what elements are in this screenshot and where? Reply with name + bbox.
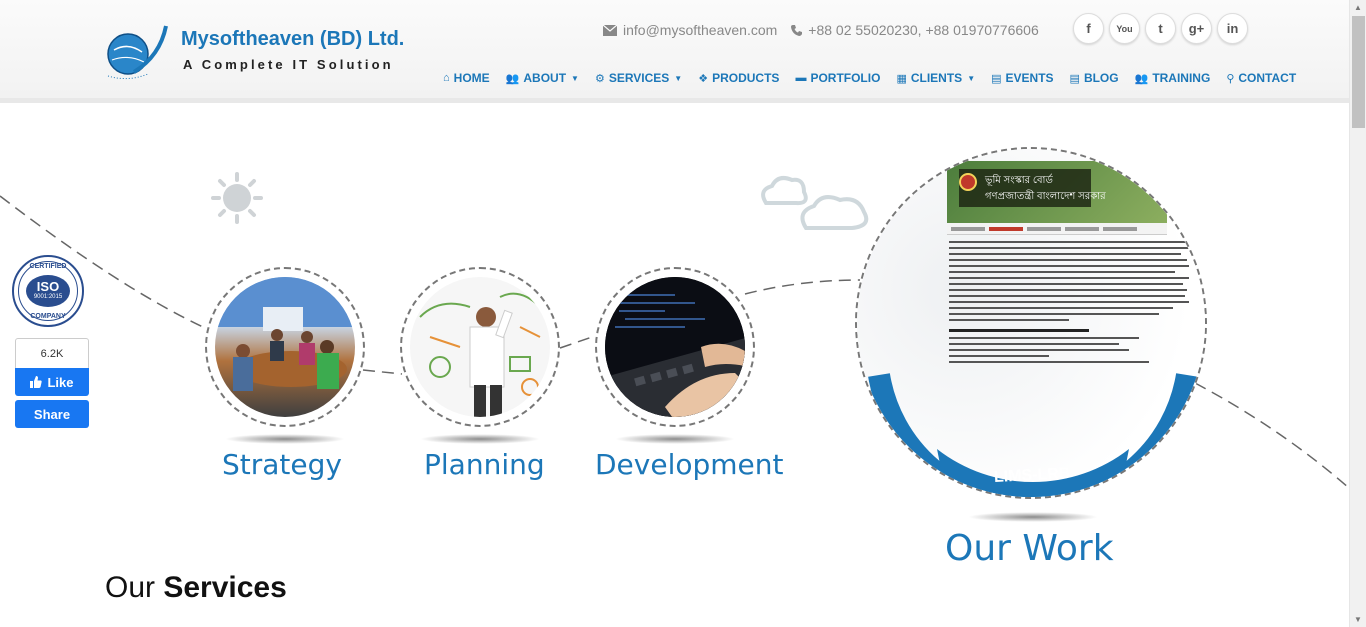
contact-info: info@mysoftheaven.com +88 02 55020230, +… [603,22,1039,38]
our-work-title[interactable]: Our Work [945,528,1114,569]
main-nav: ⌂ HOME 👥 ABOUT ▼ ⚙ SERVICES ▼ ❖ PRODUCTS ▬ PORT… [443,71,1296,85]
grid-icon: ▦ [896,72,907,85]
company-tagline: A Complete IT Solution [183,57,394,72]
nav-home-label: HOME [453,71,490,85]
iso-bottom-text: COMPANY [30,313,66,320]
facebook-like-count: 6.2K [15,338,89,370]
chevron-down-icon: ▼ [571,73,579,83]
users-icon: 👥 [1134,72,1149,85]
stage-strategy: Strategy [222,448,342,481]
services-heading: Our Services [105,571,287,605]
scroll-down-arrow-icon[interactable]: ▼ [1354,615,1362,624]
development-image [595,267,755,427]
nav-home[interactable]: ⌂ HOME [443,71,490,85]
planning-image [400,267,560,427]
chevron-down-icon: ▼ [967,73,976,83]
cubes-icon: ❖ [698,72,709,85]
nav-blog[interactable]: ▤ BLOG [1070,71,1119,85]
iso-top-text: CERTIFIED [29,263,67,270]
dashed-path-line [1194,382,1349,489]
company-name: Mysoftheaven (BD) Ltd. [181,28,405,50]
nav-portfolio[interactable]: ▬ PORTFOLIO [795,71,880,85]
work-arc-band [868,373,1198,497]
nav-training-label: TRAINING [1152,71,1211,85]
our-work-showcase[interactable]: ভূমি সংস্কার বোর্ড গণপ্রজাতন্ত্রী বাংলাদ… [855,147,1207,499]
nav-products[interactable]: ❖ PRODUCTS [698,71,779,85]
scroll-up-arrow-icon[interactable]: ▲ [1354,3,1362,12]
home-icon: ⌂ [443,72,450,84]
file-icon: ▤ [991,72,1002,85]
briefcase-icon: ▬ [795,72,807,84]
sun-icon [211,172,263,224]
planning-shadow [420,434,540,444]
contact-email[interactable]: info@mysoftheaven.com [623,22,777,38]
youtube-icon[interactable]: You [1109,13,1140,44]
company-logo[interactable]: Mysoftheaven (BD) Ltd. A Complete IT Sol… [104,24,414,82]
coding-scene [605,277,745,417]
nav-training[interactable]: 👥 TRAINING [1135,71,1211,85]
dashed-path-line [362,369,403,375]
phone-icon [791,24,803,36]
meeting-scene [215,277,355,391]
facebook-like-label: Like [47,374,74,390]
thumbs-up-icon [30,376,43,388]
iso-sub-text: 9001:2015 [33,294,63,300]
scrollbar-thumb[interactable] [1352,16,1365,128]
envelope-icon [603,24,617,36]
contact-phone[interactable]: +88 02 55020230, +88 01970776606 [808,22,1038,38]
page-scrollbar[interactable]: ▲ ▼ [1349,0,1366,627]
globe-logo-icon [107,25,168,80]
facebook-icon[interactable]: f [1073,13,1104,44]
nav-about[interactable]: 👥 ABOUT ▼ [506,71,579,85]
nav-blog-label: BLOG [1083,71,1119,85]
nav-events[interactable]: ▤ EVENTS [991,71,1053,85]
file-text-icon: ▤ [1069,72,1080,85]
cloud-icon [761,176,869,230]
strategy-image [205,267,365,427]
nav-products-label: PRODUCTS [712,71,780,85]
users-icon: 👥 [505,72,520,85]
nav-contact-label: CONTACT [1238,71,1297,85]
strategy-shadow [225,434,345,444]
planning-scene [419,292,541,417]
map-marker-icon: ⚲ [1226,72,1235,85]
nav-services[interactable]: ⚙ SERVICES ▼ [595,71,682,85]
nav-events-label: EVENTS [1005,71,1054,85]
chevron-down-icon: ▼ [674,73,683,83]
linkedin-icon[interactable]: in [1217,13,1248,44]
nav-contact[interactable]: ⚲ CONTACT [1226,71,1296,85]
google-plus-icon[interactable]: g+ [1181,13,1212,44]
facebook-share-button[interactable]: Share [15,400,89,428]
our-work-shadow [968,512,1098,522]
services-heading-bold: Services [163,571,287,604]
nav-about-label: ABOUT [523,71,567,85]
stage-development: Development [595,448,784,481]
twitter-icon[interactable]: t [1145,13,1176,44]
social-links: f You t g+ in [1073,13,1248,44]
nav-clients-label: CLIENTS [910,71,963,85]
stage-planning: Planning [424,448,545,481]
iso-certified-badge: CERTIFIED ISO 9001:2015 COMPANY [12,255,84,327]
dashed-path-line [744,279,861,295]
nav-services-label: SERVICES [608,71,670,85]
services-heading-light: Our [105,571,156,604]
nav-portfolio-label: PORTFOLIO [810,71,881,85]
development-shadow [615,434,735,444]
nav-clients[interactable]: ▦ CLIENTS ▼ [896,71,975,85]
facebook-like-button[interactable]: Like [15,368,89,396]
site-header: Mysoftheaven (BD) Ltd. A Complete IT Sol… [0,0,1349,103]
iso-main-text: ISO [36,279,60,294]
dashed-path-line [559,335,596,349]
cogs-icon: ⚙ [594,72,605,85]
